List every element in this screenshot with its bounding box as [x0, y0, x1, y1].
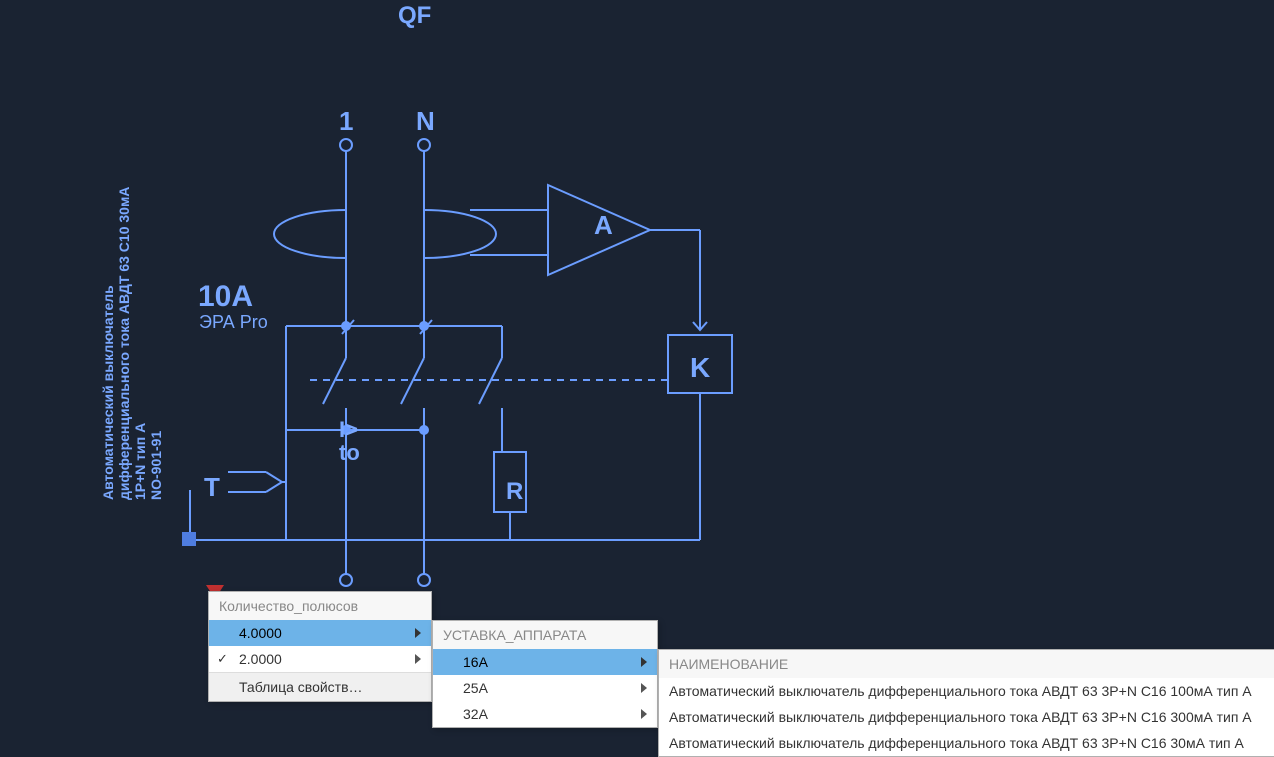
series-label: ЭРА Pro	[199, 312, 268, 333]
rating-option-16a[interactable]: 16A	[433, 649, 657, 675]
name-option-100ma[interactable]: Автоматический выключатель дифференциаль…	[659, 678, 1274, 704]
rating-option-16a-label: 16A	[463, 654, 488, 670]
amplifier-label: A	[594, 210, 613, 241]
desc-line-4: NO-901-91	[148, 187, 164, 500]
rating-menu-title: УСТАВКА_АППАРАТА	[433, 621, 657, 649]
desc-line-2: дифференциального тока АВДТ 63 С10 30мА	[116, 187, 132, 500]
name-option-300ma[interactable]: Автоматический выключатель дифференциаль…	[659, 704, 1274, 730]
poles-menu: Количество_полюсов 4.0000 ✓ 2.0000 Табли…	[208, 591, 432, 702]
name-menu: НАИМЕНОВАНИЕ Автоматический выключатель …	[658, 649, 1274, 757]
rating-option-32a[interactable]: 32A	[433, 701, 657, 727]
trip-unit-to-label: to	[339, 440, 360, 466]
terminal-1-label: 1	[339, 106, 353, 137]
terminal-n-label: N	[416, 106, 435, 137]
poles-menu-title: Количество_полюсов	[209, 592, 431, 620]
submenu-arrow-icon	[641, 657, 647, 667]
resistor-label: R	[506, 478, 523, 506]
component-description: Автоматический выключатель дифференциаль…	[100, 187, 164, 500]
check-icon: ✓	[217, 651, 228, 667]
poles-option-4[interactable]: 4.0000	[209, 620, 431, 646]
designator-label: QF	[398, 2, 431, 30]
rating-label: 10A	[198, 280, 253, 314]
name-menu-title: НАИМЕНОВАНИЕ	[659, 650, 1274, 678]
name-option-300ma-label: Автоматический выключатель дифференциаль…	[669, 709, 1252, 725]
test-button-label: T	[204, 472, 220, 503]
submenu-arrow-icon	[415, 654, 421, 664]
desc-line-1: Автоматический выключатель	[100, 187, 116, 500]
name-option-30ma[interactable]: Автоматический выключатель дифференциаль…	[659, 730, 1274, 756]
poles-option-2[interactable]: ✓ 2.0000	[209, 646, 431, 672]
poles-properties-table[interactable]: Таблица свойств…	[209, 672, 431, 701]
submenu-arrow-icon	[641, 709, 647, 719]
rating-option-25a-label: 25A	[463, 680, 488, 696]
rating-option-32a-label: 32A	[463, 706, 488, 722]
relay-label: K	[690, 352, 710, 384]
submenu-arrow-icon	[641, 683, 647, 693]
poles-option-4-label: 4.0000	[239, 625, 282, 641]
submenu-arrow-icon	[415, 628, 421, 638]
rating-option-25a[interactable]: 25A	[433, 675, 657, 701]
poles-option-2-label: 2.0000	[239, 651, 282, 667]
name-option-30ma-label: Автоматический выключатель дифференциаль…	[669, 735, 1244, 751]
rating-menu: УСТАВКА_АППАРАТА 16A 25A 32A	[432, 620, 658, 728]
name-option-100ma-label: Автоматический выключатель дифференциаль…	[669, 683, 1252, 699]
desc-line-3: 1P+N тип А	[132, 187, 148, 500]
